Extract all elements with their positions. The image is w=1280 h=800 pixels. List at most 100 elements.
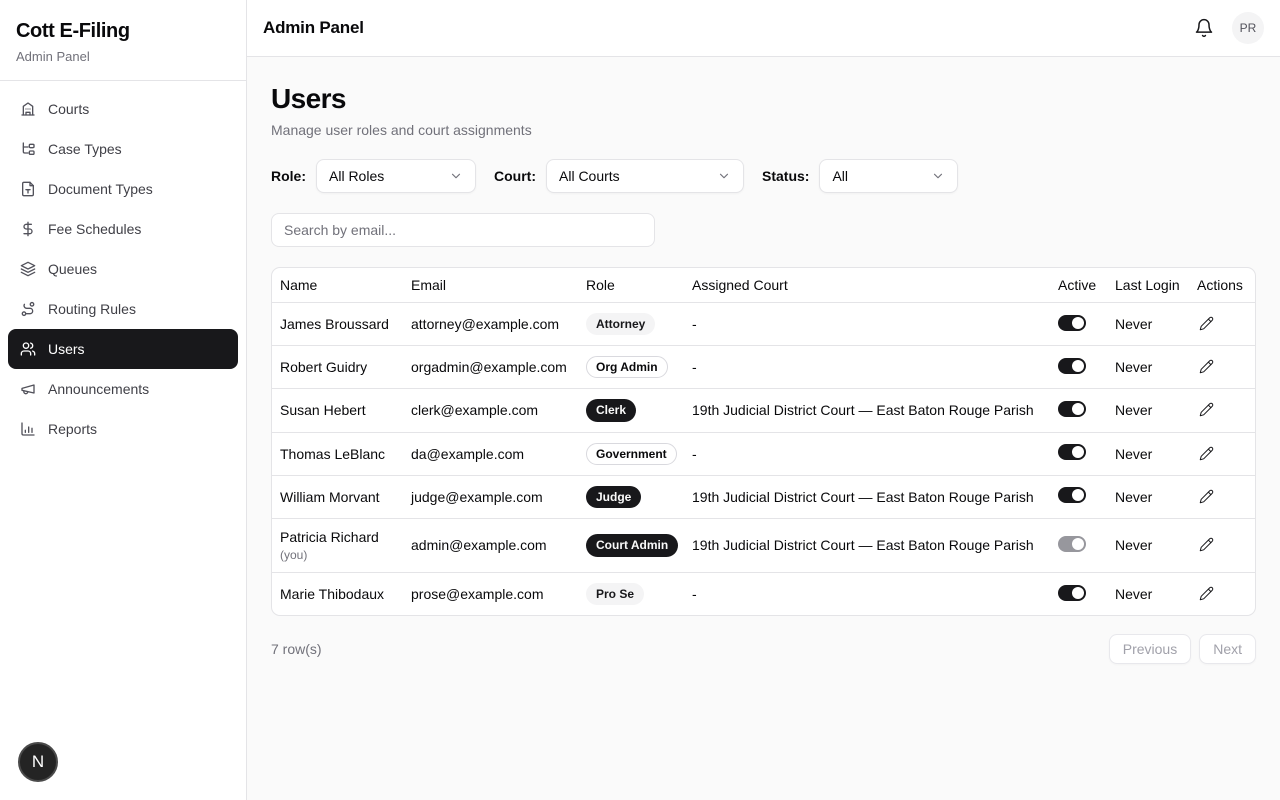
sidebar-item-label: Queues xyxy=(48,261,97,277)
column-header-name: Name xyxy=(272,268,403,303)
sidebar-item-courts[interactable]: Courts xyxy=(8,89,238,129)
last-login: Never xyxy=(1107,518,1189,572)
dollar-icon xyxy=(20,221,36,237)
pencil-icon xyxy=(1199,586,1214,601)
role-filter-value: All Roles xyxy=(329,168,384,184)
edit-user-button[interactable] xyxy=(1197,314,1216,333)
table-row: Robert Guidry orgadmin@example.com Org A… xyxy=(272,346,1255,389)
active-toggle[interactable] xyxy=(1058,487,1086,503)
column-header-active: Active xyxy=(1050,268,1107,303)
notifications-bell-icon[interactable] xyxy=(1194,18,1214,38)
sidebar-item-label: Courts xyxy=(48,101,89,117)
topbar-title: Admin Panel xyxy=(263,18,364,38)
sidebar-item-reports[interactable]: Reports xyxy=(8,409,238,449)
user-name: James Broussard xyxy=(280,316,395,332)
user-email: orgadmin@example.com xyxy=(403,346,578,389)
brand-subtitle: Admin Panel xyxy=(16,49,230,64)
active-toggle[interactable] xyxy=(1058,585,1086,601)
active-toggle[interactable] xyxy=(1058,536,1086,552)
next-page-button[interactable]: Next xyxy=(1199,634,1256,664)
role-badge: Court Admin xyxy=(586,534,678,556)
status-filter-value: All xyxy=(832,168,848,184)
chevron-down-icon xyxy=(931,169,945,183)
pencil-icon xyxy=(1199,446,1214,461)
table-row: Susan Hebert clerk@example.com Clerk 19t… xyxy=(272,389,1255,432)
sidebar-item-label: Case Types xyxy=(48,141,122,157)
user-email: clerk@example.com xyxy=(403,389,578,432)
role-filter-label: Role: xyxy=(271,168,306,184)
court-filter-select[interactable]: All Courts xyxy=(546,159,744,193)
user-email: da@example.com xyxy=(403,432,578,475)
sidebar-item-users[interactable]: Users xyxy=(8,329,238,369)
user-email: prose@example.com xyxy=(403,572,578,615)
sidebar-item-queues[interactable]: Queues xyxy=(8,249,238,289)
table-row: Marie Thibodaux prose@example.com Pro Se… xyxy=(272,572,1255,615)
dev-tools-button[interactable]: N xyxy=(18,742,58,782)
document-icon xyxy=(20,181,36,197)
last-login: Never xyxy=(1107,346,1189,389)
status-filter-label: Status: xyxy=(762,168,809,184)
active-toggle[interactable] xyxy=(1058,444,1086,460)
user-name: Marie Thibodaux xyxy=(280,586,395,602)
pencil-icon xyxy=(1199,537,1214,552)
users-page: Users Manage user roles and court assign… xyxy=(247,57,1280,690)
sidebar-item-document-types[interactable]: Document Types xyxy=(8,169,238,209)
court-filter-label: Court: xyxy=(494,168,536,184)
edit-user-button[interactable] xyxy=(1197,357,1216,376)
pencil-icon xyxy=(1199,316,1214,331)
column-header-role: Role xyxy=(578,268,684,303)
previous-page-button[interactable]: Previous xyxy=(1109,634,1191,664)
main-area: Admin Panel PR Users Manage user roles a… xyxy=(247,0,1280,800)
role-badge: Org Admin xyxy=(586,356,668,378)
table-footer: 7 row(s) Previous Next xyxy=(271,634,1256,664)
active-toggle[interactable] xyxy=(1058,358,1086,374)
edit-user-button[interactable] xyxy=(1197,487,1216,506)
topbar: Admin Panel PR xyxy=(247,0,1280,57)
role-badge: Judge xyxy=(586,486,641,508)
chevron-down-icon xyxy=(449,169,463,183)
edit-user-button[interactable] xyxy=(1197,400,1216,419)
sidebar-item-label: Document Types xyxy=(48,181,153,197)
role-badge: Clerk xyxy=(586,399,636,421)
user-name: Thomas LeBlanc xyxy=(280,446,395,462)
user-avatar[interactable]: PR xyxy=(1232,12,1264,44)
table-row: Patricia Richard (you) admin@example.com… xyxy=(272,518,1255,572)
assigned-court: 19th Judicial District Court — East Bato… xyxy=(684,518,1050,572)
users-table-card: Name Email Role Assigned Court Active La… xyxy=(271,267,1256,616)
active-toggle[interactable] xyxy=(1058,401,1086,417)
assigned-court: - xyxy=(684,432,1050,475)
sidebar-item-fee-schedules[interactable]: Fee Schedules xyxy=(8,209,238,249)
pencil-icon xyxy=(1199,489,1214,504)
email-search-input[interactable] xyxy=(271,213,655,247)
layers-icon xyxy=(20,261,36,277)
route-icon xyxy=(20,301,36,317)
column-header-assigned-court: Assigned Court xyxy=(684,268,1050,303)
pencil-icon xyxy=(1199,402,1214,417)
edit-user-button[interactable] xyxy=(1197,584,1216,603)
user-note: (you) xyxy=(280,548,395,562)
last-login: Never xyxy=(1107,475,1189,518)
user-name: Susan Hebert xyxy=(280,402,395,418)
users-icon xyxy=(20,341,36,357)
courthouse-icon xyxy=(20,101,36,117)
role-badge: Attorney xyxy=(586,313,655,335)
table-header-row: Name Email Role Assigned Court Active La… xyxy=(272,268,1255,303)
sidebar-item-case-types[interactable]: Case Types xyxy=(8,129,238,169)
edit-user-button[interactable] xyxy=(1197,535,1216,554)
status-filter-select[interactable]: All xyxy=(819,159,958,193)
role-filter-select[interactable]: All Roles xyxy=(316,159,476,193)
filters-row: Role: All Roles Court: All Courts xyxy=(271,159,1256,193)
sidebar: Cott E-Filing Admin Panel Courts Case Ty… xyxy=(0,0,247,800)
sidebar-item-announcements[interactable]: Announcements xyxy=(8,369,238,409)
active-toggle[interactable] xyxy=(1058,315,1086,331)
sidebar-item-label: Announcements xyxy=(48,381,149,397)
user-email: admin@example.com xyxy=(403,518,578,572)
edit-user-button[interactable] xyxy=(1197,444,1216,463)
brand-title: Cott E-Filing xyxy=(16,20,230,43)
last-login: Never xyxy=(1107,303,1189,346)
sidebar-item-routing-rules[interactable]: Routing Rules xyxy=(8,289,238,329)
last-login: Never xyxy=(1107,389,1189,432)
users-table: Name Email Role Assigned Court Active La… xyxy=(272,268,1255,615)
table-row: William Morvant judge@example.com Judge … xyxy=(272,475,1255,518)
page-title: Users xyxy=(271,83,1256,115)
